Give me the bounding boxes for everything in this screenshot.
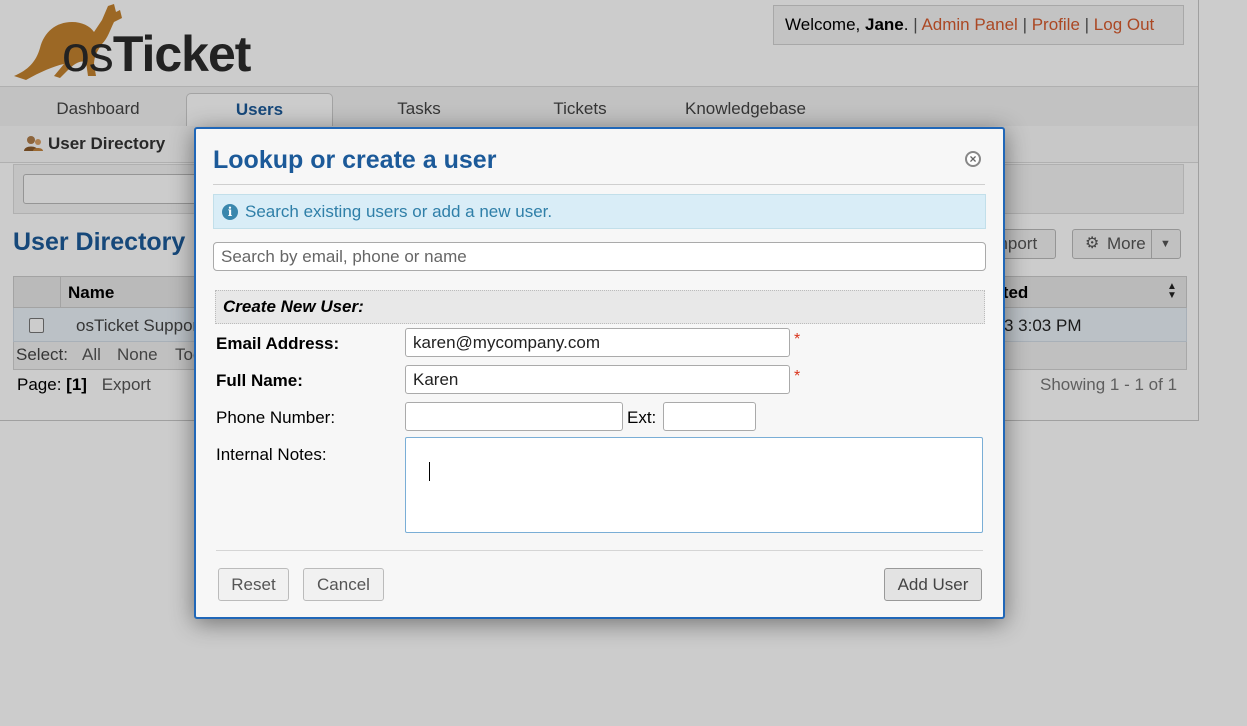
reset-button[interactable]: Reset [218,568,289,601]
phone-field[interactable] [405,402,623,431]
phone-label: Phone Number: [216,408,336,427]
divider [216,550,983,551]
fullname-field[interactable] [405,365,790,394]
text-caret [429,462,430,481]
ext-label: Ext: [627,408,657,427]
required-marker: * [794,368,801,385]
email-field[interactable] [405,328,790,357]
divider [213,184,985,185]
required-marker: * [794,331,801,348]
internal-notes-textarea[interactable] [405,437,983,533]
ext-field[interactable] [663,402,756,431]
create-user-heading: Create New User: [215,290,985,324]
fullname-label: Full Name: [216,371,303,390]
add-user-button[interactable]: Add User [884,568,982,601]
info-icon: i [222,204,238,220]
dialog-title: Lookup or create a user [213,146,497,174]
info-banner: i Search existing users or add a new use… [213,194,986,229]
close-icon[interactable]: × [965,151,981,167]
cancel-button[interactable]: Cancel [303,568,384,601]
notes-label: Internal Notes: [216,445,327,464]
info-text: Search existing users or add a new user. [245,202,553,221]
email-label: Email Address: [216,334,340,353]
user-search-input[interactable] [213,242,986,271]
lookup-user-dialog: Lookup or create a user × i Search exist… [194,127,1005,619]
